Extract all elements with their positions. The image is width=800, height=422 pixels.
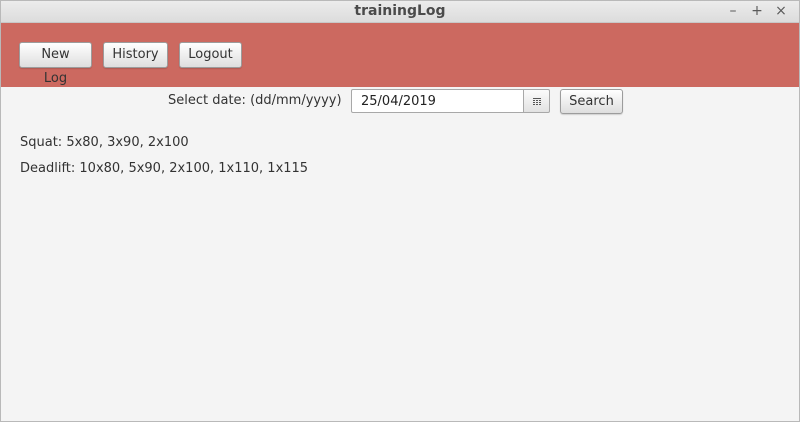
app-window: trainingLog – + × New Log History Logout… (0, 0, 800, 422)
new-log-button[interactable]: New Log (19, 42, 92, 86)
title-bar[interactable]: trainingLog – + × (1, 1, 799, 23)
logout-button[interactable]: Logout (179, 42, 242, 68)
toolbar: New Log History Logout (1, 23, 799, 87)
calendar-button[interactable] (523, 89, 550, 113)
window-title: trainingLog (354, 3, 446, 19)
maximize-icon[interactable]: + (751, 2, 763, 20)
minimize-icon[interactable]: – (727, 2, 739, 20)
log-entry-deadlift: Deadlift: 10x80, 5x90, 2x100, 1x110, 1x1… (20, 161, 309, 176)
close-icon[interactable]: × (775, 2, 787, 20)
search-button[interactable]: Search (560, 89, 623, 114)
history-button[interactable]: History (103, 42, 168, 68)
log-entry-squat: Squat: 5x80, 3x90, 2x100 (20, 135, 189, 150)
window-controls: – + × (727, 2, 787, 20)
calendar-icon (533, 98, 541, 105)
date-input[interactable] (351, 89, 524, 113)
select-date-label: Select date: (dd/mm/yyyy) (168, 93, 342, 108)
